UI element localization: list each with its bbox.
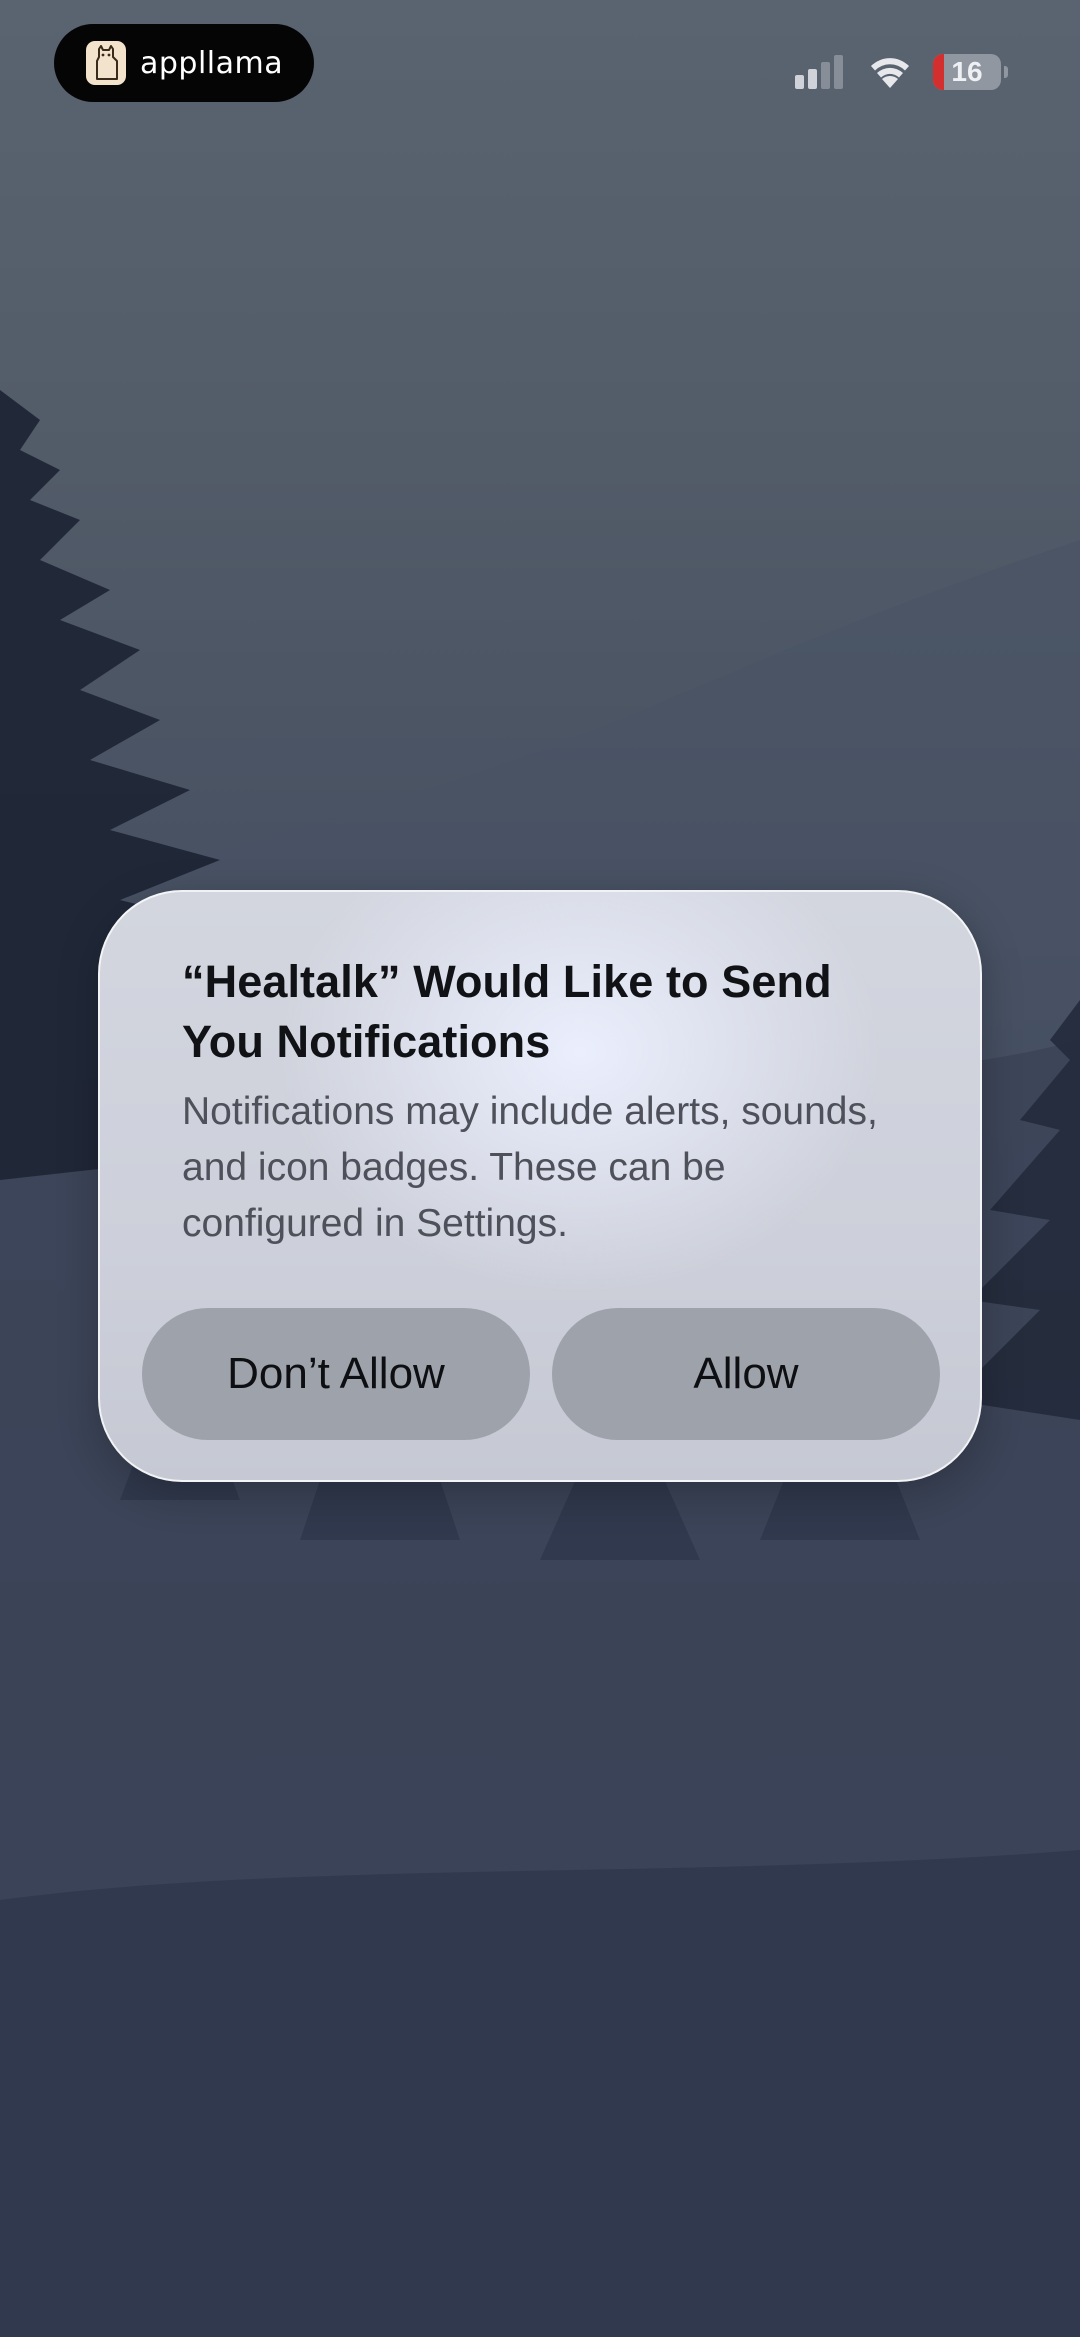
llama-icon xyxy=(86,41,126,85)
allow-button[interactable]: Allow xyxy=(552,1308,940,1440)
alert-actions: Don’t Allow Allow xyxy=(142,1308,940,1440)
notification-permission-alert: “Healtalk” Would Like to Send You Notifi… xyxy=(98,890,982,1482)
alert-message: Notifications may include alerts, sounds… xyxy=(182,1090,878,1245)
status-indicators: 16 xyxy=(795,48,1008,96)
ground-mist xyxy=(0,1850,1080,2337)
cellular-signal-icon xyxy=(795,55,847,89)
dont-allow-button[interactable]: Don’t Allow xyxy=(142,1308,530,1440)
battery-level-fill xyxy=(933,54,944,90)
battery-icon: 16 xyxy=(933,54,1001,90)
battery-cap xyxy=(1004,66,1008,78)
alert-title: “Healtalk” Would Like to Send You Notifi… xyxy=(182,956,832,1067)
lock-screen: appllama 16 “Healtalk” Would Like to Sen… xyxy=(0,0,1080,2337)
app-badge-name: appllama xyxy=(140,45,284,81)
app-badge-pill[interactable]: appllama xyxy=(54,24,314,102)
battery-percentage: 16 xyxy=(951,56,983,87)
wifi-icon xyxy=(871,58,909,88)
